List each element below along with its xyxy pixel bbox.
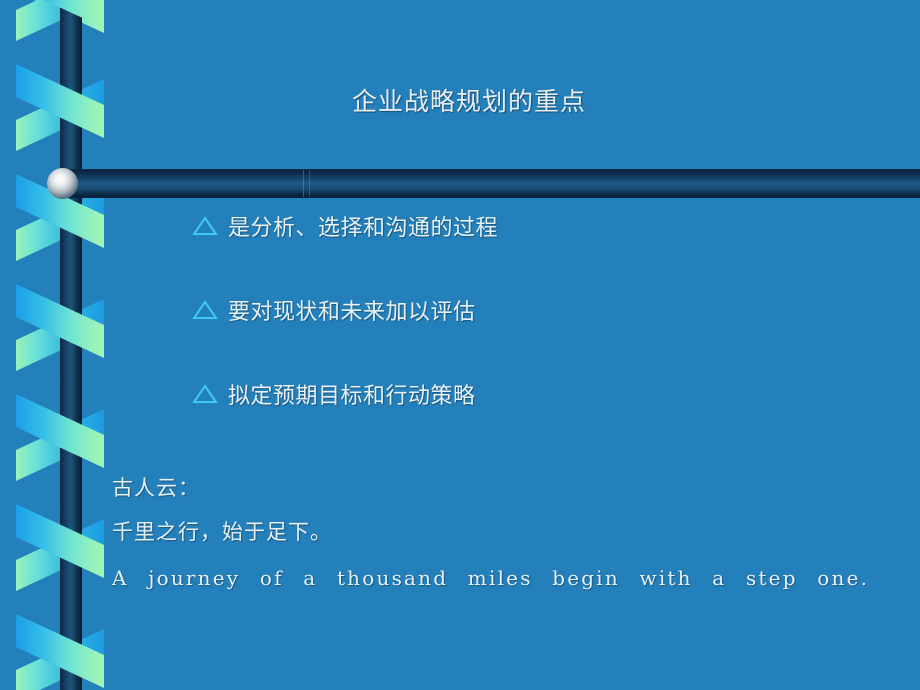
bullet-list: 是分析、选择和沟通的过程 要对现状和未来加以评估 拟定预期目标和行动策略 — [192, 206, 892, 458]
glowing-sphere-node — [47, 168, 78, 199]
list-item: 拟定预期目标和行动策略 — [192, 374, 892, 414]
quote-attribution: 古人云： — [112, 476, 200, 500]
list-item: 是分析、选择和沟通的过程 — [192, 206, 892, 246]
list-item-label: 拟定预期目标和行动策略 — [228, 384, 476, 409]
triangle-outline-icon — [192, 300, 228, 320]
page-title: 企业战略规划的重点 — [0, 82, 920, 118]
quote-block: 古人云： 千里之行，始于足下。 A journey of a thousand … — [112, 472, 912, 590]
bar-highlight-streak — [303, 170, 304, 197]
title-divider-bar — [62, 169, 920, 198]
quote-english: A journey of a thousand miles begin with… — [112, 566, 870, 590]
triangle-outline-icon — [192, 216, 228, 236]
list-item: 要对现状和未来加以评估 — [192, 290, 892, 330]
page-title-text: 企业战略规划的重点 — [351, 87, 586, 116]
presentation-slide: 企业战略规划的重点 是分析、选择和沟通的过程 要对现状和未来加以评估 拟定预期目… — [0, 0, 920, 690]
bar-highlight-streak — [309, 170, 310, 197]
quote-chinese: 千里之行，始于足下。 — [112, 520, 332, 544]
triangle-outline-icon — [192, 384, 228, 404]
list-item-label: 是分析、选择和沟通的过程 — [228, 216, 499, 241]
list-item-label: 要对现状和未来加以评估 — [228, 300, 476, 325]
